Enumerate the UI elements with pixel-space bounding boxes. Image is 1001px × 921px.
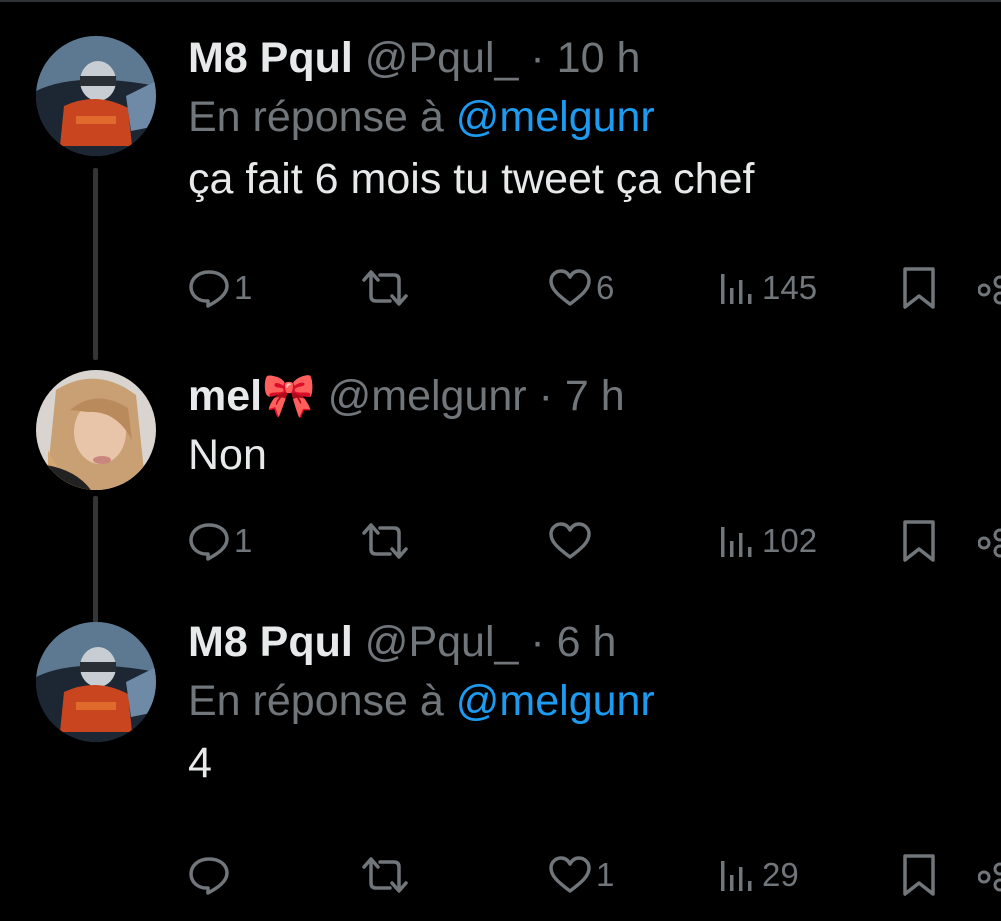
like-icon [549, 522, 591, 559]
retweet-button[interactable] [360, 518, 410, 564]
avatar-pqul[interactable] [36, 36, 156, 156]
bookmark-icon [903, 520, 935, 562]
retweet-icon [362, 270, 408, 306]
reply-prefix: En réponse à [188, 677, 444, 725]
share-icon [978, 275, 1001, 305]
like-count: 1 [596, 856, 615, 893]
author-name[interactable]: M8 Pqul [188, 34, 353, 82]
retweet-icon [362, 857, 408, 893]
reply-button[interactable]: 1 [188, 518, 252, 564]
retweet-button[interactable] [360, 852, 410, 898]
tweet-text: ça fait 6 mois tu tweet ça chef [188, 155, 755, 203]
thread-connector [93, 496, 98, 640]
views-button[interactable]: 29 [718, 852, 799, 898]
bookmark-icon [903, 267, 935, 309]
timestamp[interactable]: 7 h [565, 372, 625, 420]
reply-icon [189, 857, 229, 895]
share-button[interactable] [978, 852, 1001, 898]
tweet-text: 4 [188, 739, 212, 787]
like-button[interactable]: 6 [548, 265, 614, 311]
like-button[interactable]: 1 [548, 852, 614, 898]
tweet-1[interactable]: M8 Pqul @Pqul_ · 10 h En réponse à @melg… [0, 0, 1001, 360]
reply-context: En réponse à @melgunr [188, 86, 1001, 148]
tweet-3[interactable]: M8 Pqul @Pqul_ · 6 h En réponse à @melgu… [0, 618, 1001, 921]
bookmark-icon [903, 854, 935, 896]
reply-count: 1 [234, 269, 253, 306]
action-bar: 1 102 [188, 518, 1001, 564]
views-icon [721, 527, 752, 557]
tweet-text: Non [188, 431, 267, 479]
author-handle[interactable]: @Pqul_ [365, 34, 519, 82]
author-name[interactable]: mel🎀 [188, 372, 316, 420]
retweet-icon [362, 523, 408, 559]
views-button[interactable]: 145 [718, 265, 817, 311]
bookmark-button[interactable] [902, 852, 936, 898]
like-icon [549, 856, 591, 893]
like-count: 6 [596, 269, 615, 306]
view-count: 102 [762, 522, 818, 559]
reply-button[interactable]: 1 [188, 265, 252, 311]
author-handle[interactable]: @Pqul_ [365, 618, 519, 666]
separator: · [530, 618, 545, 666]
tweet-2[interactable]: mel🎀 @melgunr · 7 h Non 1 102 [0, 330, 1001, 640]
reply-mention[interactable]: @melgunr [456, 93, 655, 141]
view-count: 145 [762, 269, 818, 306]
bookmark-button[interactable] [902, 518, 936, 564]
bookmark-button[interactable] [902, 265, 936, 311]
avatar-pqul[interactable] [36, 622, 156, 742]
timestamp[interactable]: 10 h [557, 34, 641, 82]
reply-context: En réponse à @melgunr [188, 670, 1001, 732]
avatar-melgunr[interactable] [36, 370, 156, 490]
action-bar: 1 6 145 [188, 265, 1001, 311]
reply-prefix: En réponse à [188, 93, 444, 141]
share-button[interactable] [978, 265, 1001, 311]
share-icon [978, 862, 1001, 892]
share-button[interactable] [978, 518, 1001, 564]
action-bar: 1 29 [188, 852, 1001, 898]
views-button[interactable]: 102 [718, 518, 817, 564]
separator: · [530, 34, 545, 82]
view-count: 29 [762, 856, 799, 893]
timestamp[interactable]: 6 h [557, 618, 617, 666]
share-icon [978, 528, 1001, 558]
reply-button[interactable] [188, 852, 230, 898]
author-handle[interactable]: @melgunr [328, 372, 527, 420]
like-button[interactable] [548, 518, 592, 564]
like-icon [549, 269, 591, 306]
reply-mention[interactable]: @melgunr [456, 677, 655, 725]
retweet-button[interactable] [360, 265, 410, 311]
views-icon [721, 861, 752, 891]
reply-icon [189, 270, 229, 308]
reply-icon [189, 523, 229, 561]
author-name[interactable]: M8 Pqul [188, 618, 353, 666]
views-icon [721, 274, 752, 304]
separator: · [538, 372, 553, 420]
reply-count: 1 [234, 522, 253, 559]
